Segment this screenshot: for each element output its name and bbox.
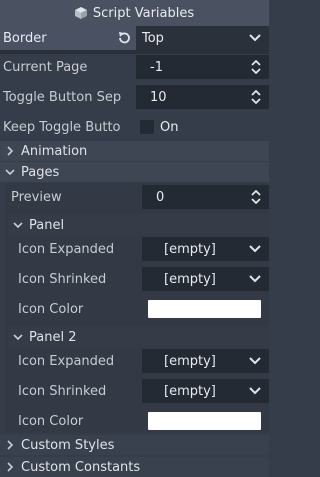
checkbox-box[interactable] <box>140 120 154 134</box>
panel-icon-expanded-value: [empty] <box>164 241 216 257</box>
preview-value: 0 <box>156 189 165 205</box>
chevron-down-icon <box>13 334 23 341</box>
keep-toggle-label: Keep Toggle Butto <box>3 119 121 135</box>
current-page-spinbox[interactable]: -1 <box>136 55 269 79</box>
chevron-down-icon <box>249 387 261 395</box>
section-custom-styles-label: Custom Styles <box>21 437 115 453</box>
panel-icon-expanded-dropdown[interactable]: [empty] <box>142 237 269 261</box>
panel2-icon-shrinked-label: Icon Shrinked <box>18 383 107 399</box>
revert-icon[interactable] <box>116 30 132 46</box>
panel-icon-color-label: Icon Color <box>18 301 84 317</box>
toggle-button-sep-spinbox[interactable]: 10 <box>136 85 269 109</box>
title-text: Script Variables <box>92 5 195 21</box>
toggle-button-sep-label: Toggle Button Sep <box>3 89 122 105</box>
section-pages[interactable]: Pages <box>0 162 269 182</box>
chevron-down-icon <box>249 357 261 365</box>
panel2-icon-expanded-value: [empty] <box>164 353 216 369</box>
panel-icon-shrinked-label: Icon Shrinked <box>18 271 107 287</box>
panel-icon-shrinked-value: [empty] <box>164 271 216 287</box>
panel-icon-expanded-label: Icon Expanded <box>18 241 115 257</box>
chevron-right-icon <box>7 462 14 472</box>
inspector-title-bar: Script Variables <box>0 0 269 26</box>
keep-toggle-checkbox[interactable]: On <box>140 115 269 139</box>
panel2-icon-color-label: Icon Color <box>18 413 84 429</box>
preview-spinbox[interactable]: 0 <box>142 185 269 209</box>
toggle-button-sep-value: 10 <box>150 89 167 105</box>
chevron-down-icon <box>5 169 15 176</box>
preview-label: Preview <box>11 189 62 205</box>
spin-arrows-icon[interactable] <box>251 60 261 74</box>
panel2-icon-expanded-label: Icon Expanded <box>18 353 115 369</box>
section-animation[interactable]: Animation <box>0 141 269 161</box>
panel2-icon-shrinked-value: [empty] <box>164 383 216 399</box>
section-pages-label: Pages <box>21 164 60 180</box>
chevron-down-icon <box>249 245 261 253</box>
keep-toggle-value: On <box>160 119 179 135</box>
panel2-icon-shrinked-dropdown[interactable]: [empty] <box>142 379 269 403</box>
border-value: Top <box>142 30 164 46</box>
panel2-icon-expanded-dropdown[interactable]: [empty] <box>142 349 269 373</box>
chevron-down-icon <box>13 222 23 229</box>
current-page-value: -1 <box>150 59 163 75</box>
section-panel-2[interactable]: Panel 2 <box>8 326 269 348</box>
row-separator <box>0 50 269 54</box>
chevron-down-icon <box>249 34 261 42</box>
section-custom-constants[interactable]: Custom Constants <box>0 457 269 477</box>
border-dropdown[interactable]: Top <box>136 26 269 50</box>
spin-arrows-icon[interactable] <box>251 190 261 204</box>
chevron-right-icon <box>7 146 14 156</box>
section-animation-label: Animation <box>21 143 88 159</box>
section-custom-constants-label: Custom Constants <box>21 459 141 475</box>
panel2-icon-color-picker[interactable] <box>148 412 261 430</box>
section-panel-label: Panel <box>29 217 65 233</box>
panel-icon-color-picker[interactable] <box>148 300 261 318</box>
chevron-right-icon <box>7 440 14 450</box>
current-page-label: Current Page <box>3 59 88 75</box>
panel-icon-shrinked-dropdown[interactable]: [empty] <box>142 267 269 291</box>
section-panel[interactable]: Panel <box>8 214 269 236</box>
script-cube-icon <box>74 7 87 19</box>
section-custom-styles[interactable]: Custom Styles <box>0 435 269 455</box>
spin-arrows-icon[interactable] <box>251 90 261 104</box>
section-panel-2-label: Panel 2 <box>29 329 77 345</box>
chevron-down-icon <box>249 275 261 283</box>
